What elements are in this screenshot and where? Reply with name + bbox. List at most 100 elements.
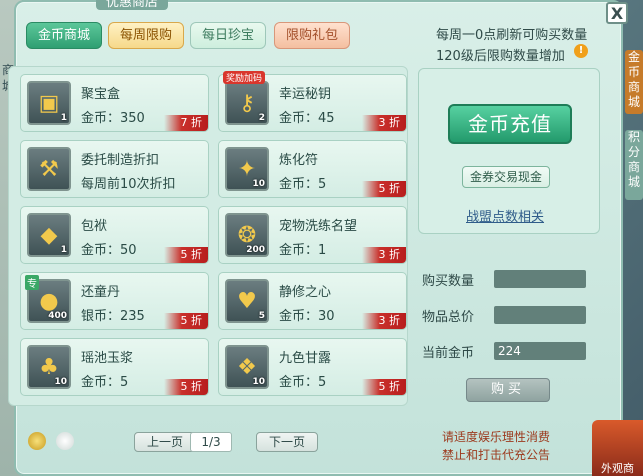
- discount-badge: 3 折: [362, 115, 406, 131]
- item-price: 金币：30: [279, 309, 335, 324]
- reward-bonus-badge: 奖励加码: [223, 71, 266, 84]
- item-icon-glyph: ⚷: [238, 90, 256, 116]
- item-count: 10: [54, 377, 67, 387]
- item-count: 10: [252, 377, 265, 387]
- total-price-label: 物品总价: [422, 310, 475, 325]
- total-price-field: [494, 306, 586, 324]
- appearance-shop-label: 外观商: [601, 462, 634, 475]
- tab-daily-treasure[interactable]: 每日珍宝: [190, 22, 266, 49]
- item-name: 九色甘露: [279, 351, 332, 366]
- item-name: 静修之心: [279, 285, 332, 300]
- item-icon-glyph: ▣: [38, 90, 60, 116]
- item-count: 1: [60, 113, 67, 123]
- shop-item[interactable]: ❖ 10 九色甘露金币：5 5 折: [218, 338, 407, 396]
- voucher-exchange-button[interactable]: 金券交易现金: [462, 166, 550, 188]
- hammer-icon: ⚒: [27, 147, 71, 191]
- buy-button[interactable]: 购买: [466, 378, 550, 402]
- current-gold-field: 224: [494, 342, 586, 360]
- item-price: 金币：50: [81, 243, 137, 258]
- item-price: 金币：5: [81, 375, 129, 390]
- shop-item[interactable]: ♣ 10 瑶池玉浆金币：5 5 折: [20, 338, 209, 396]
- discount-badge: 5 折: [164, 379, 208, 395]
- item-price: 金币：350: [81, 111, 145, 126]
- dew-icon: ❖ 10: [225, 345, 269, 389]
- close-button[interactable]: X: [606, 2, 628, 24]
- discount-badge: 5 折: [164, 247, 208, 263]
- discount-badge: 5 折: [164, 313, 208, 329]
- item-icon-glyph: ♥: [237, 288, 257, 314]
- item-price: 金币：45: [279, 111, 335, 126]
- item-name: 炼化符: [279, 153, 319, 168]
- shop-item[interactable]: ♥ 5 静修之心金币：30 3 折: [218, 272, 407, 330]
- item-count: 1: [60, 245, 67, 255]
- alliance-points-link[interactable]: 战盟点数相关: [466, 206, 544, 225]
- discount-badge: 7 折: [164, 115, 208, 131]
- heart-icon: ♥ 5: [225, 279, 269, 323]
- level-info: 120级后限购数量增加: [436, 49, 565, 64]
- shop-item[interactable]: ◆ 1 包袱金币：50 5 折: [20, 206, 209, 264]
- current-gold-label: 当前金币: [422, 346, 475, 361]
- special-badge: 专: [25, 275, 39, 290]
- item-name: 幸运秘钥: [279, 87, 332, 102]
- panel-title: 优惠商店: [96, 0, 169, 10]
- item-icon-glyph: ⚒: [39, 156, 59, 182]
- coin-search-icon[interactable]: [28, 432, 46, 450]
- notice-consume: 请适度娱乐理性消费: [442, 430, 551, 444]
- item-icon-glyph: ♣: [39, 354, 59, 380]
- close-icon: X: [610, 3, 624, 23]
- item-icon-glyph: ◆: [40, 222, 58, 248]
- item-count: 10: [252, 179, 265, 189]
- item-name: 委托制造折扣: [81, 153, 160, 168]
- refresh-info: 每周一0点刷新可购买数量: [436, 28, 588, 43]
- item-name: 聚宝盒: [81, 87, 121, 102]
- paw-icon: ❂ 200: [225, 213, 269, 257]
- item-count: 400: [48, 311, 67, 321]
- item-price: 每周前10次折扣: [81, 177, 176, 192]
- item-price: 金币：5: [279, 375, 327, 390]
- item-icon-glyph: ❖: [237, 354, 257, 380]
- item-icon-glyph: ✦: [237, 156, 257, 182]
- shop-item[interactable]: ❂ 200 宠物洗练名望 金币：1 3 折: [218, 206, 407, 264]
- page-indicator: 1/3: [190, 432, 232, 452]
- item-name: 瑶池玉浆: [81, 351, 134, 366]
- shop-item[interactable]: ✦ 10 炼化符金币：5 5 折: [218, 140, 407, 198]
- item-count: 2: [258, 113, 265, 123]
- side-tab-points-mall[interactable]: 积分商城: [625, 130, 643, 200]
- notice-recharge[interactable]: 禁止和打击代充公告: [442, 446, 550, 463]
- discount-badge: 3 折: [362, 313, 406, 329]
- treasure-box-icon: ▣ 1: [27, 81, 71, 125]
- shop-item[interactable]: ⚒ 委托制造折扣每周前10次折扣: [20, 140, 209, 198]
- item-price: 金币：5: [279, 177, 327, 192]
- tab-limited-pack[interactable]: 限购礼包: [274, 22, 350, 49]
- buy-qty-field[interactable]: [494, 270, 586, 288]
- item-name: 包袱: [81, 219, 108, 234]
- shop-item[interactable]: ⚷ 2 奖励加码 幸运秘钥 金币：45 3 折: [218, 71, 407, 132]
- shop-item[interactable]: ▣ 1 聚宝盒金币：350 7 折: [20, 74, 209, 132]
- talisman-icon: ✦ 10: [225, 147, 269, 191]
- shop-item[interactable]: ● 400 专还童丹银币：235 5 折: [20, 272, 209, 330]
- prev-page-button[interactable]: 上一页: [134, 432, 196, 452]
- item-name: 还童丹: [81, 285, 121, 300]
- tab-weekly-limited[interactable]: 每周限购: [108, 22, 184, 49]
- next-page-button[interactable]: 下一页: [256, 432, 318, 452]
- item-price: 银币：235: [81, 309, 145, 324]
- item-icon-glyph: ❂: [237, 222, 257, 248]
- item-name: 宠物洗练名望: [279, 219, 358, 234]
- bag-icon: ◆ 1: [27, 213, 71, 257]
- key-icon: ⚷ 2: [225, 81, 269, 125]
- buy-qty-label: 购买数量: [422, 274, 475, 289]
- item-icon-glyph: ●: [39, 288, 59, 314]
- item-count: 200: [246, 245, 265, 255]
- item-count: 5: [258, 311, 265, 321]
- discount-badge: 5 折: [362, 181, 406, 197]
- item-price: 金币：1: [279, 243, 327, 258]
- side-tab-gold-mall[interactable]: 金币商城: [625, 50, 643, 114]
- discount-badge: 5 折: [362, 379, 406, 395]
- tab-gold-mall[interactable]: 金币商城: [26, 22, 102, 49]
- gold-recharge-button[interactable]: 金币充值: [448, 104, 572, 144]
- circle-toggle-icon[interactable]: [56, 432, 74, 450]
- jade-liquid-icon: ♣ 10: [27, 345, 71, 389]
- discount-badge: 3 折: [362, 247, 406, 263]
- appearance-shop-button[interactable]: 外观商: [592, 420, 643, 476]
- info-icon[interactable]: !: [574, 44, 588, 58]
